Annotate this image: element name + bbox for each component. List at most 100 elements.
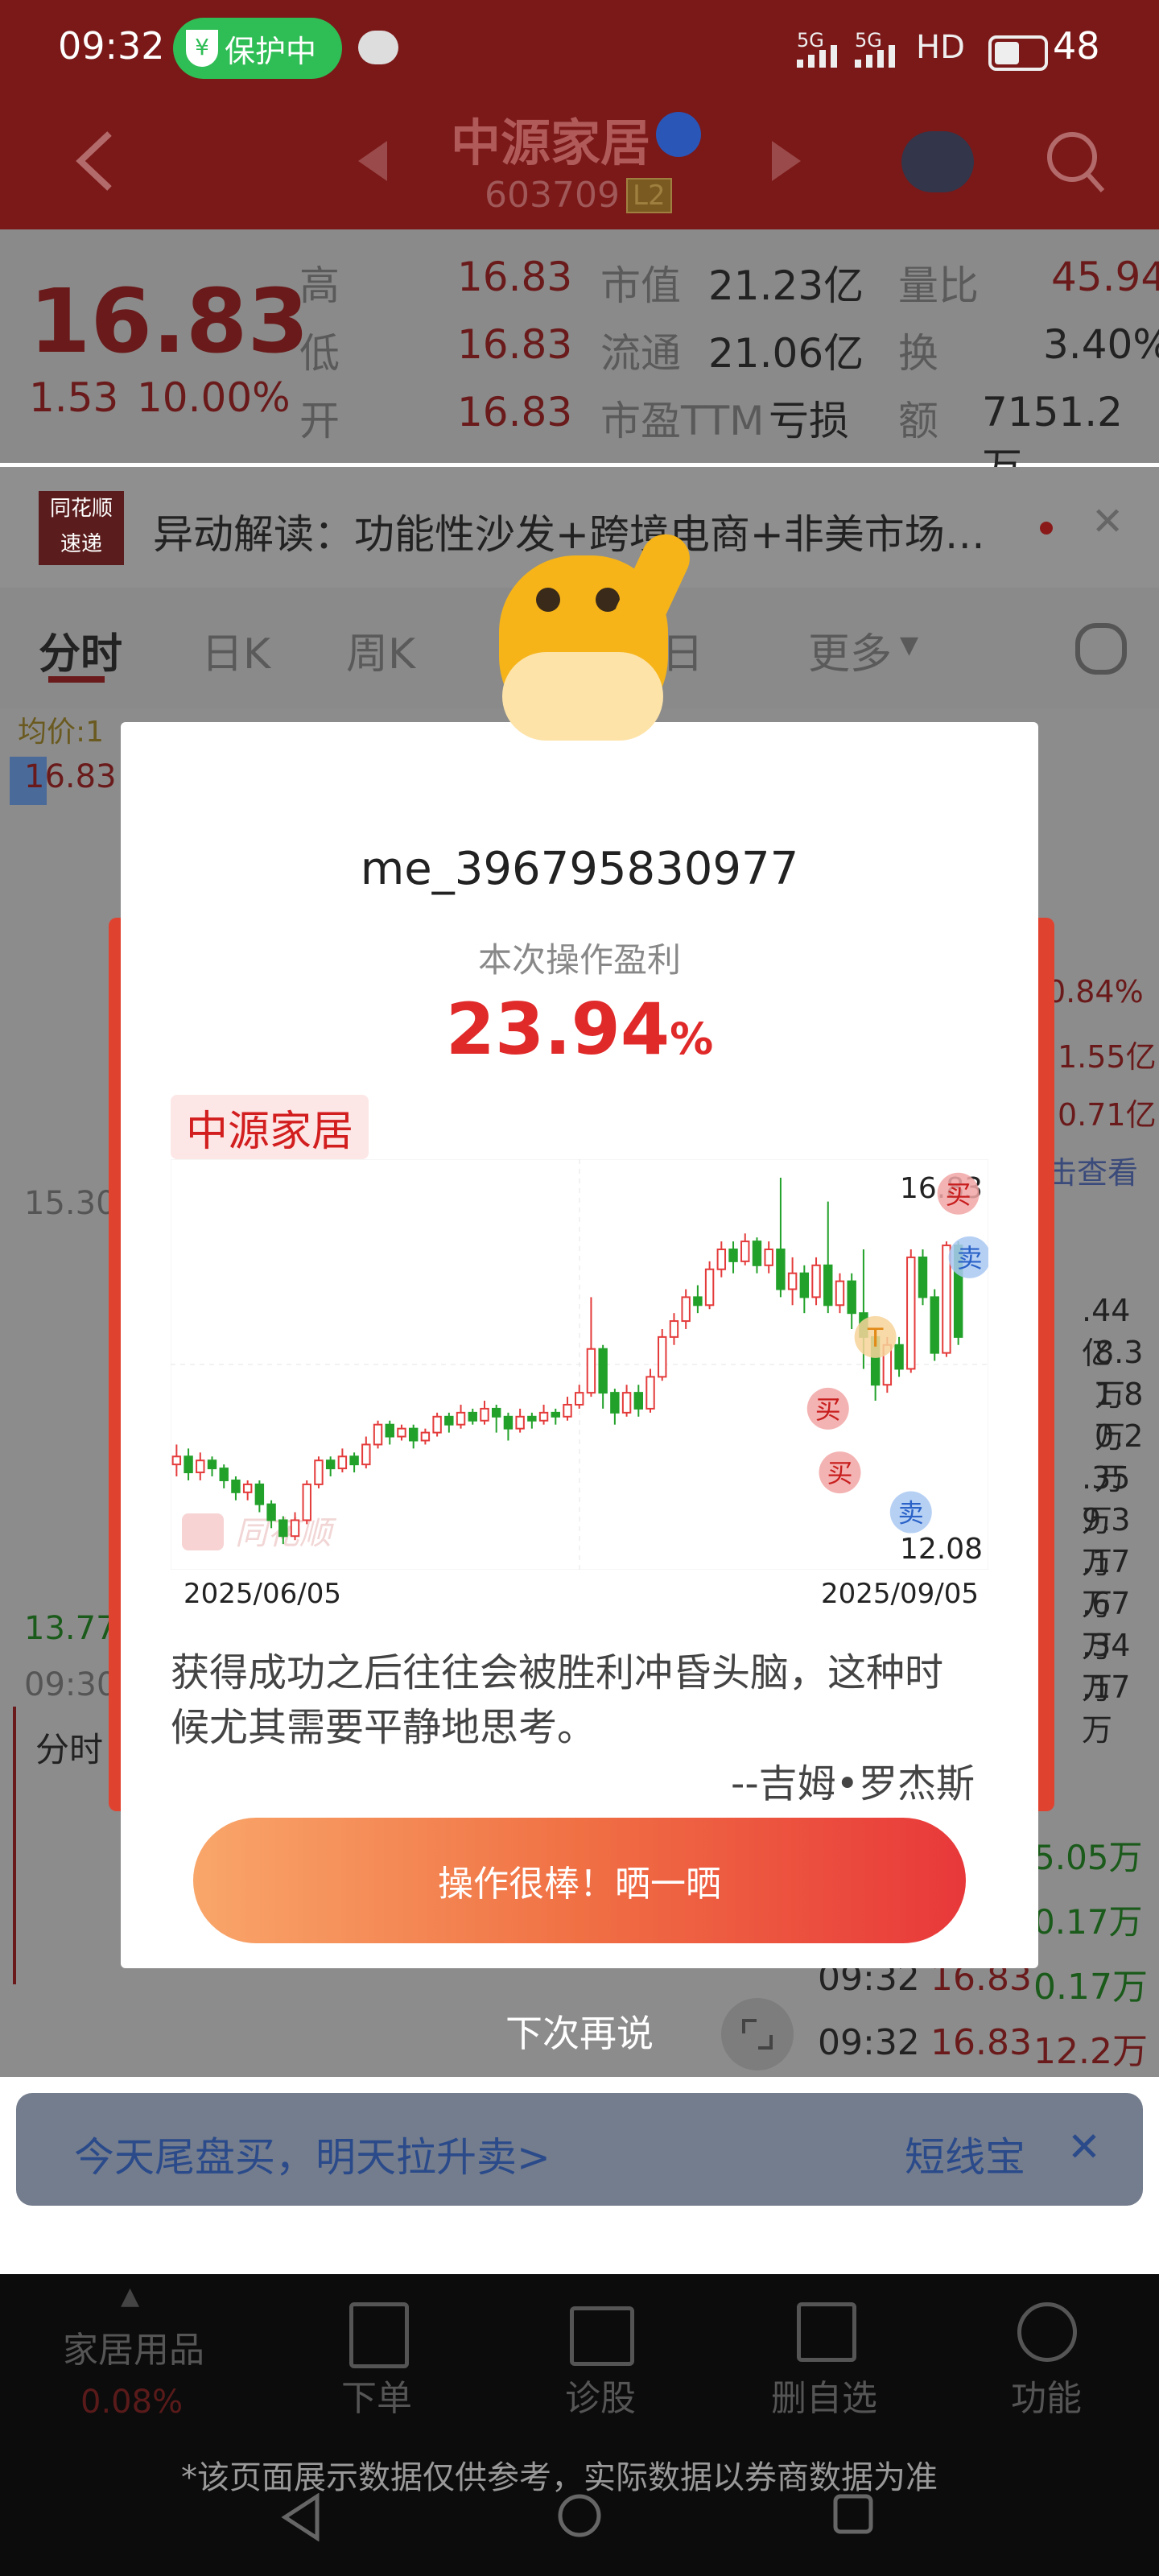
candle-body [337, 1455, 348, 1470]
candle-body [538, 1411, 549, 1422]
unread-dot-icon [1040, 522, 1053, 535]
nav-diagnose[interactable]: 诊股 [565, 2369, 636, 2421]
t-marker-icon: T [854, 1315, 897, 1358]
news-logo: 同花顺 速递 [39, 491, 124, 565]
candle-body [171, 1455, 182, 1466]
protect-badge-label: 保护中 [225, 33, 317, 69]
share-button[interactable]: 操作很棒！晒一晒 [193, 1818, 966, 1943]
trade-time: 09:32 [818, 2022, 920, 2063]
candle-body [385, 1423, 394, 1438]
nav-remove-watchlist[interactable]: 删自选 [771, 2369, 877, 2421]
candle-body [906, 1256, 916, 1370]
high-label: 高 [299, 262, 340, 309]
sector-pct: 0.08% [80, 2384, 184, 2421]
quote-text-line1: 获得成功之后往往会被胜利冲昏头脑，这种时 [171, 1650, 944, 1695]
right-value: .17万 [1082, 1670, 1131, 1748]
tab-week-k[interactable]: 周K [346, 620, 415, 680]
next-stock-icon[interactable] [769, 141, 801, 181]
candle-body [787, 1272, 798, 1290]
candle-body [835, 1280, 845, 1307]
pe-ttm-label: 市盈TTM [600, 398, 765, 444]
stock-header: 中源家居 603709 L2 [0, 101, 1159, 229]
battery-level: 48 [1053, 24, 1100, 68]
right-value: 0.71亿 [1058, 1097, 1157, 1133]
quote-panel: 16.83 1.53 10.00% 高 16.83 市值 21.23亿 量比 4… [0, 229, 1159, 491]
order-icon [349, 2302, 409, 2368]
sub-tab-intraday[interactable]: 分时 [35, 1723, 103, 1772]
candle-body [480, 1407, 489, 1422]
dismiss-link[interactable]: 下次再说 [505, 2004, 654, 2058]
candle-body [728, 1249, 738, 1262]
right-link[interactable]: 击查看 [1046, 1148, 1138, 1192]
diagnose-icon [570, 2306, 634, 2366]
settings-icon[interactable] [1075, 623, 1127, 675]
sell-marker-icon: 卖 [889, 1491, 932, 1534]
candle-body [681, 1296, 691, 1323]
battery-icon [988, 35, 1048, 71]
hd-label: HD [916, 29, 965, 66]
candle-body [196, 1459, 205, 1474]
close-icon[interactable]: ✕ [1091, 499, 1124, 544]
close-icon[interactable]: ✕ [1067, 2124, 1101, 2170]
chevron-up-icon: ▲ [121, 2282, 140, 2310]
high-value: 16.83 [457, 254, 573, 300]
shield-icon: ¥ [186, 30, 218, 67]
open-value: 16.83 [457, 389, 573, 436]
fullscreen-icon[interactable] [721, 1998, 794, 2070]
candle-body [314, 1459, 324, 1485]
buy-marker-icon: 买 [937, 1172, 980, 1215]
candle-body [432, 1415, 442, 1434]
tab-intraday[interactable]: 分时 [39, 620, 122, 680]
quote-text-line2: 候尤其需要平静地思考。 [171, 1705, 596, 1750]
candle-body [207, 1459, 217, 1470]
candle-body [776, 1249, 786, 1290]
stock-code: 603709 [485, 175, 620, 216]
profit-label: 本次操作盈利 [477, 940, 681, 980]
profit-unit: % [670, 1013, 714, 1064]
candle-body [515, 1415, 525, 1430]
turnover-label: 换 [898, 330, 938, 377]
nav-order[interactable]: 下单 [341, 2369, 412, 2421]
prev-stock-icon[interactable] [358, 141, 390, 181]
low-value: 16.83 [457, 321, 573, 368]
profit-display: 23.94% [121, 988, 1038, 1071]
tab-more[interactable]: 更多 [808, 620, 892, 680]
nav-back-icon[interactable] [278, 2493, 324, 2541]
candle-body [242, 1483, 253, 1493]
trade-volume: 0.17万 [1033, 1902, 1143, 1942]
sector-name[interactable]: 家居用品 [63, 2321, 204, 2372]
candle-body [420, 1431, 431, 1442]
candle-body [598, 1348, 608, 1394]
candle-body [610, 1392, 620, 1414]
nav-recents-icon[interactable] [832, 2493, 877, 2538]
nav-function[interactable]: 功能 [1011, 2369, 1082, 2421]
marker-label: 买 [815, 1394, 841, 1425]
buy-marker-icon: 买 [819, 1451, 861, 1494]
turnover-value: 3.40% [1043, 321, 1159, 368]
market-cap-label: 市值 [600, 262, 681, 309]
marker-label: 买 [827, 1458, 852, 1488]
robot-assistant-icon[interactable] [901, 131, 974, 192]
profit-value: 23.94 [445, 988, 670, 1071]
nav-home-icon[interactable] [555, 2491, 604, 2540]
trade-volume: 5.05万 [1033, 1838, 1143, 1877]
promo-banner[interactable]: 今天尾盘买，明天拉升卖> 短线宝 ✕ [16, 2093, 1143, 2206]
modal-frame-right [1038, 918, 1054, 1811]
marker-label: 卖 [957, 1243, 983, 1274]
watermark: 同花顺 [182, 1513, 337, 1552]
right-value: 1.55亿 [1058, 1039, 1157, 1075]
candle-body [799, 1272, 810, 1298]
quote-author: --吉姆•罗杰斯 [731, 1761, 975, 1806]
candle-body [658, 1335, 667, 1378]
wechat-icon [358, 31, 398, 64]
tab-day-k[interactable]: 日K [201, 620, 270, 680]
search-icon[interactable] [1041, 125, 1106, 197]
candle-body [811, 1264, 821, 1298]
watermark-logo-icon [182, 1513, 224, 1550]
active-tab-indicator [48, 676, 105, 683]
price-mid-label: 15.30 [24, 1185, 117, 1222]
back-icon[interactable] [71, 129, 119, 193]
open-label: 开 [299, 398, 340, 444]
candle-body [740, 1241, 750, 1262]
candle-body [575, 1392, 584, 1406]
